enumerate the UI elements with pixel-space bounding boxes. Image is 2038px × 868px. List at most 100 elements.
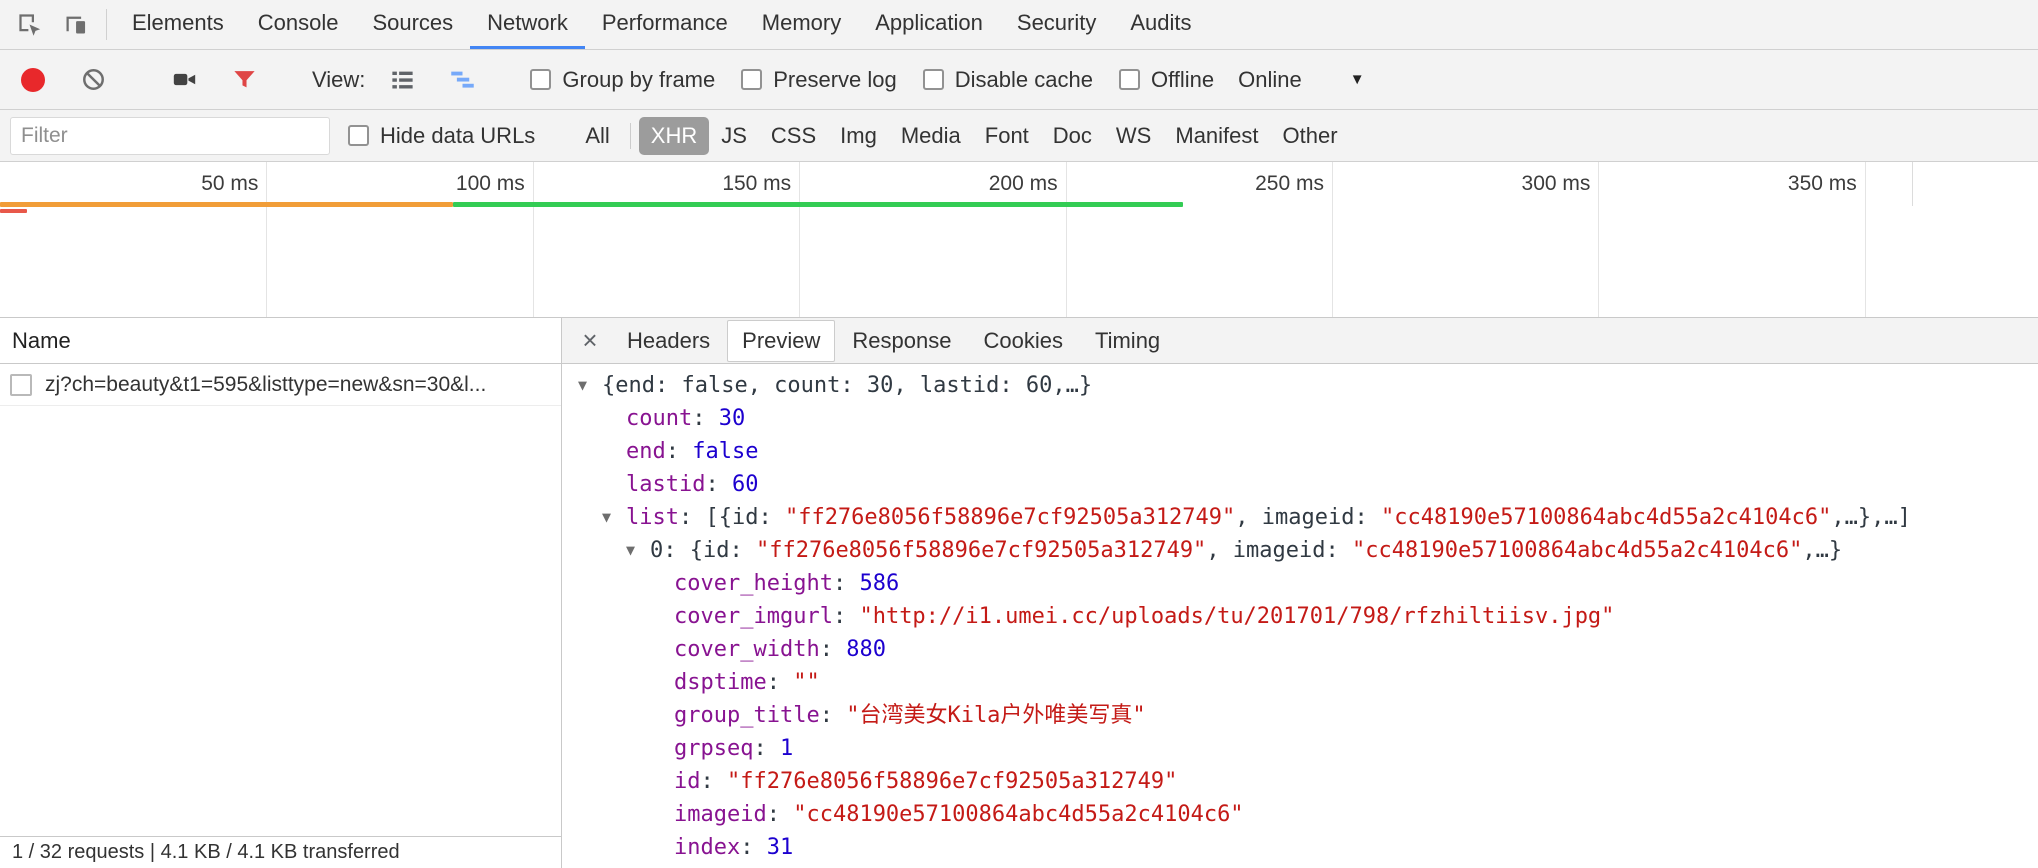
filter-type-ws[interactable]: WS [1104,117,1163,155]
json-token-plain: : [705,472,732,497]
json-line: count: 30 [562,402,2038,435]
requests-summary: 1 / 32 requests | 4.1 KB / 4.1 KB transf… [0,836,561,868]
throttling-select[interactable]: Online ▼ [1238,67,1364,93]
filter-type-media[interactable]: Media [889,117,973,155]
json-line: imageid: "cc48190e57100864abc4d55a2c4104… [562,798,2038,831]
timeline-gridline: 350 ms [1865,162,1866,317]
detail-tab-cookies[interactable]: Cookies [968,320,1077,362]
timeline-overview[interactable]: 50 ms 100 ms 150 ms 200 ms 250 ms 300 ms 350 m… [0,162,2038,318]
checkbox-label: Group by frame [562,67,715,93]
json-token-plain: : [753,736,780,761]
waterfall-view-icon[interactable] [439,66,485,93]
json-token-plain: : [740,835,767,860]
hide-data-urls-checkbox[interactable]: Hide data URLs [348,123,535,149]
expand-arrow-icon[interactable]: ▼ [602,501,626,534]
timeline-gridline: 250 ms [1332,162,1333,317]
json-token-num: 586 [859,571,899,596]
tab-memory[interactable]: Memory [745,0,858,49]
json-token-plain: ,…},…] [1831,505,1910,530]
request-row[interactable]: zj?ch=beauty&t1=595&listtype=new&sn=30&l… [0,364,561,406]
separator [106,9,107,40]
tab-security[interactable]: Security [1000,0,1113,49]
json-token-num: 60 [732,472,759,497]
filter-type-img[interactable]: Img [828,117,889,155]
checkbox-offline[interactable]: Offline [1119,67,1214,93]
filter-type-other[interactable]: Other [1271,117,1350,155]
checkbox-label: Disable cache [955,67,1093,93]
filter-type-js[interactable]: JS [709,117,759,155]
device-toolbar-icon[interactable] [52,0,98,49]
json-token-str: "台湾美女Kila户外唯美写真" [846,703,1145,728]
timeline-tick-label: 200 ms [989,172,1058,196]
json-token-num: 31 [767,835,794,860]
timeline-tick-label: 100 ms [456,172,525,196]
list-view-icon[interactable] [379,66,425,93]
expand-arrow-icon[interactable]: ▼ [578,369,602,402]
main-tabbar: ElementsConsoleSourcesNetworkPerformance… [0,0,2038,50]
detail-tabbar: × HeadersPreviewResponseCookiesTiming [562,318,2038,364]
json-token-key: count [626,406,692,431]
view-label: View: [312,67,365,93]
json-token-plain: : [820,703,847,728]
json-line[interactable]: ▼{end: false, count: 30, lastid: 60,…} [562,369,2038,402]
timeline-tick-label: 50 ms [201,172,258,196]
json-line: cover_imgurl: "http://i1.umei.cc/uploads… [562,600,2038,633]
inspect-element-icon[interactable] [6,0,52,49]
capture-screenshots-icon[interactable] [161,66,207,93]
filter-icon[interactable] [221,66,267,93]
json-token-key: index [674,835,740,860]
json-line: id: "ff276e8056f58896e7cf92505a312749" [562,765,2038,798]
checkbox-box [530,69,551,90]
json-token-str: "ff276e8056f58896e7cf92505a312749" [785,505,1235,530]
tab-performance[interactable]: Performance [585,0,745,49]
checkbox-disable-cache[interactable]: Disable cache [923,67,1093,93]
checkbox-box [1119,69,1140,90]
record-button[interactable] [10,68,56,92]
filter-type-css[interactable]: CSS [759,117,828,155]
timeline-gridline: 300 ms [1598,162,1599,317]
network-toolbar: View: Group by frame Preserve log Disable … [0,50,2038,110]
detail-tab-response[interactable]: Response [837,320,966,362]
request-list: zj?ch=beauty&t1=595&listtype=new&sn=30&l… [0,364,561,836]
json-line[interactable]: ▼0: {id: "ff276e8056f58896e7cf92505a3127… [562,534,2038,567]
tab-network[interactable]: Network [470,0,585,49]
json-line: dsptime: "" [562,666,2038,699]
json-token-plain: ,…} [1802,538,1842,563]
json-token-bool: false [692,439,758,464]
details-panel: × HeadersPreviewResponseCookiesTiming ▼{… [562,318,2038,868]
name-column-header[interactable]: Name [0,318,561,364]
json-token-plain: , imageid: [1206,538,1352,563]
json-line[interactable]: ▼list: [{id: "ff276e8056f58896e7cf92505a… [562,501,2038,534]
tab-audits[interactable]: Audits [1113,0,1208,49]
expand-arrow-icon[interactable]: ▼ [626,534,650,567]
filter-type-manifest[interactable]: Manifest [1163,117,1270,155]
json-token-plain: : [692,406,719,431]
filter-type-xhr[interactable]: XHR [639,117,709,155]
clear-button[interactable] [70,66,116,93]
json-token-num: 30 [719,406,746,431]
tab-elements[interactable]: Elements [115,0,241,49]
checkbox-box [348,125,369,146]
json-token-key: cover_height [674,571,833,596]
filter-input[interactable] [10,117,330,155]
detail-tab-headers[interactable]: Headers [612,320,725,362]
filter-type-font[interactable]: Font [973,117,1041,155]
filter-type-doc[interactable]: Doc [1041,117,1104,155]
json-token-key: cover_imgurl [674,604,833,629]
json-token-plain: , imageid: [1235,505,1381,530]
timeline-gridline: 150 ms [799,162,800,317]
filter-bar: Hide data URLs All XHRJSCSSImgMediaFontDo… [0,110,2038,162]
request-name: zj?ch=beauty&t1=595&listtype=new&sn=30&l… [45,373,486,397]
tab-application[interactable]: Application [858,0,1000,49]
filter-type-all[interactable]: All [573,117,621,155]
detail-tab-timing[interactable]: Timing [1080,320,1175,362]
checkbox-group-by-frame[interactable]: Group by frame [530,67,715,93]
tab-sources[interactable]: Sources [355,0,470,49]
checkbox-preserve-log[interactable]: Preserve log [741,67,897,93]
close-icon[interactable]: × [572,325,608,356]
preview-tree: ▼{end: false, count: 30, lastid: 60,…}co… [562,364,2038,868]
json-token-plain: 0: {id: [650,538,756,563]
json-token-key: group_title [674,703,820,728]
detail-tab-preview[interactable]: Preview [727,320,835,362]
tab-console[interactable]: Console [241,0,356,49]
